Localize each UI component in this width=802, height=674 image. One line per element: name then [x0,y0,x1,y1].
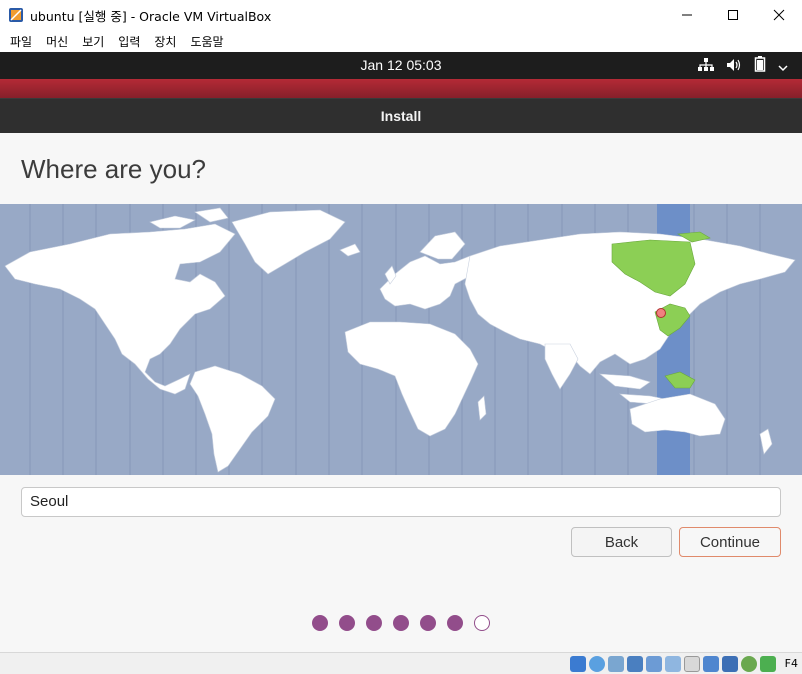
close-button[interactable] [756,0,802,30]
shared-folder-icon[interactable] [665,656,681,672]
progress-dot [393,615,409,631]
window-title: ubuntu [실행 중] - Oracle VM VirtualBox [30,8,272,24]
system-tray[interactable] [698,56,788,76]
close-icon [773,9,785,21]
progress-dot-current [474,615,490,631]
clock[interactable]: Jan 12 05:03 [0,57,802,73]
progress-dot [366,615,382,631]
ubuntu-installer-banner [0,79,802,98]
menu-view[interactable]: 보기 [76,33,110,50]
menu-help[interactable]: 도움말 [184,33,229,50]
installer-header: Install [0,98,802,133]
menu-file[interactable]: 파일 [4,33,38,50]
network-adapter-icon[interactable] [627,656,643,672]
host-key-label: F4 [784,657,798,670]
recording-icon[interactable] [703,656,719,672]
location-search-input[interactable]: Seoul [21,487,781,517]
title-bar[interactable]: ubuntu [실행 중] - Oracle VM VirtualBox [0,0,802,30]
back-button[interactable]: Back [571,527,672,557]
window-controls [664,0,802,30]
battery-icon[interactable] [754,56,766,76]
audio-icon[interactable] [608,656,624,672]
menu-machine[interactable]: 머신 [40,33,74,50]
menu-bar: 파일 머신 보기 입력 장치 도움말 [0,30,802,52]
gnome-top-bar: Jan 12 05:03 [0,52,802,79]
world-map-image[interactable] [0,204,802,475]
optical-drive-icon[interactable] [589,656,605,672]
progress-dot [312,615,328,631]
arrow-icon[interactable] [760,656,776,672]
progress-dots [0,615,802,631]
mouse-integration-icon[interactable] [741,656,757,672]
progress-dot [339,615,355,631]
page-title: Where are you? [21,154,206,184]
usb-icon[interactable] [646,656,662,672]
maximize-button[interactable] [710,0,756,30]
menu-devices[interactable]: 장치 [148,33,182,50]
progress-dot [447,615,463,631]
virtualbox-window: ubuntu [실행 중] - Oracle VM VirtualBox 파일 … [0,0,802,674]
device-indicators [570,656,776,672]
continue-button[interactable]: Continue [679,527,781,557]
timezone-map[interactable] [0,204,802,475]
menu-input[interactable]: 입력 [112,33,146,50]
network-icon[interactable] [698,57,714,76]
minimize-button[interactable] [664,0,710,30]
cpu-icon[interactable] [722,656,738,672]
guest-display[interactable]: Jan 12 05:03 Install Where are you? Seou… [0,52,802,652]
progress-dot [420,615,436,631]
display-icon[interactable] [684,656,700,672]
vbox-status-bar: F4 [0,652,802,674]
location-pin-icon[interactable] [656,308,666,318]
volume-icon[interactable] [726,57,742,76]
minimize-icon [682,14,692,16]
maximize-icon [728,10,738,20]
installer-title: Install [380,108,422,124]
virtualbox-logo-icon [8,7,24,23]
system-menu-icon[interactable] [778,57,788,76]
hard-disk-icon[interactable] [570,656,586,672]
